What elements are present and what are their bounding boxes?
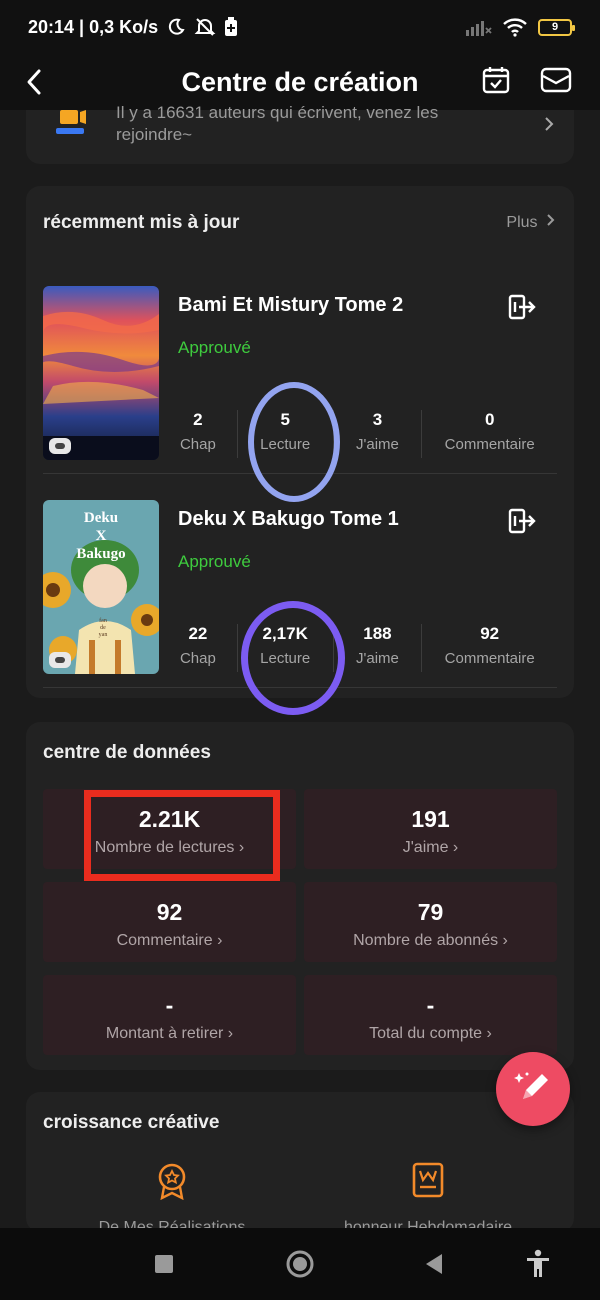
authors-banner[interactable]: Il y a 16631 auteurs qui écrivent, venez… (26, 103, 574, 164)
chevron-left-icon (27, 69, 41, 95)
system-nav-bar (0, 1228, 600, 1300)
book-cover-sunset[interactable] (43, 286, 159, 460)
cover-sub-line: fan (99, 617, 107, 624)
mail-button[interactable] (540, 64, 572, 96)
stat-likes: 188 J'aime (356, 624, 399, 667)
pencil-sparkle-icon (514, 1072, 548, 1099)
recent-section-title: récemment mis à jour (43, 212, 240, 233)
battery-saver-icon (225, 17, 238, 36)
book-status: Approuvé (178, 338, 251, 357)
stat-chapters: 2 Chap (179, 410, 216, 453)
tile-withdrawable[interactable]: - Montant à retirer › (43, 975, 296, 1055)
chevron-right-icon (544, 112, 554, 138)
cover-title-line: Deku (84, 510, 118, 526)
stat-chapters: 22 Chap (179, 624, 216, 667)
back-button[interactable] (22, 62, 46, 102)
data-section-title: centre de données (43, 742, 211, 763)
status-bar: 20:14 | 0,3 Ko/s 9 (0, 0, 600, 54)
book-row[interactable]: Deku X Bakugo fan de yan Deku X Bakugo T… (43, 500, 557, 688)
book-title: Bami Et Mistury Tome 2 (178, 294, 404, 316)
tile-likes[interactable]: 191 J'aime › (304, 789, 557, 869)
recently-updated-card: récemment mis à jour Plus Bami Et Mistur… (26, 186, 574, 698)
calendar-button[interactable] (480, 64, 512, 96)
chat-badge-icon (49, 652, 71, 668)
book-cover-deku[interactable]: Deku X Bakugo fan de yan (43, 500, 159, 674)
tile-account-total[interactable]: - Total du compte › (304, 975, 557, 1055)
book-row[interactable]: Bami Et Mistury Tome 2 Approuvé 2 Chap 5L… (43, 286, 557, 474)
honor-certificate-icon (412, 1162, 444, 1198)
growth-section-title: croissance créative (43, 1112, 220, 1133)
book-status: Approuvé (178, 552, 251, 571)
cover-sub-line: de (100, 625, 106, 631)
export-button[interactable] (507, 506, 537, 536)
circle-icon (286, 1250, 314, 1278)
sunset-cover-image (43, 286, 159, 460)
status-time-speed: 20:14 | 0,3 Ko/s (28, 16, 159, 37)
stat-reads: 2,17K Lecture (260, 624, 311, 667)
creative-growth-card: croissance créative De Mes Réalisations … (26, 1092, 574, 1232)
deku-cover-image: Deku X Bakugo fan de yan (43, 500, 159, 674)
export-icon (508, 508, 536, 534)
calendar-check-icon (482, 67, 510, 94)
battery-indicator: 9 (538, 18, 575, 36)
cover-title-line: Bakugo (76, 546, 125, 562)
award-badge-icon (158, 1163, 186, 1201)
create-fab-button[interactable] (496, 1052, 570, 1126)
wifi-icon (503, 18, 527, 37)
more-link[interactable]: Plus (506, 213, 556, 232)
growth-achievements[interactable]: De Mes Réalisations (72, 1162, 272, 1232)
more-label: Plus (506, 214, 538, 231)
data-grid: 2.21K Nombre de lectures › 191 J'aime › 92… (43, 789, 557, 1055)
banner-text: Il y a 16631 auteurs qui écrivent, venez… (116, 103, 439, 144)
stat-comments: 92 Commentaire (444, 624, 535, 667)
book-title: Deku X Bakugo Tome 1 (178, 508, 399, 530)
book-stats: 2 Chap 5 Lecture 3 J'aime 0 Commentaire (159, 410, 557, 458)
book-stats: 22 Chap 2,17K Lecture 188 J'aime 92 Commenta… (159, 624, 557, 672)
accessibility-button[interactable] (522, 1248, 554, 1280)
recents-button[interactable] (148, 1248, 180, 1280)
stat-reads: 5 Lecture (260, 410, 311, 453)
stat-likes: 3 J'aime (356, 410, 399, 453)
tile-followers[interactable]: 79 Nombre de abonnés › (304, 882, 557, 962)
moon-icon (168, 18, 185, 35)
chevron-right-icon (547, 214, 555, 226)
tile-comments[interactable]: 92 Commentaire › (43, 882, 296, 962)
muted-bell-icon (194, 18, 216, 36)
chat-badge-icon (49, 438, 71, 454)
envelope-icon (540, 67, 572, 93)
cover-sub-line: yan (99, 632, 108, 638)
megaphone-icon (56, 110, 86, 134)
tile-reads[interactable]: 2.21K Nombre de lectures › (43, 789, 296, 869)
stat-comments: 0 Commentaire (444, 410, 535, 453)
data-center-card: centre de données 2.21K Nombre de lecture… (26, 722, 574, 1070)
triangle-left-icon (426, 1254, 442, 1274)
home-button[interactable] (284, 1248, 316, 1280)
signal-icon (466, 21, 492, 36)
accessibility-icon (527, 1249, 549, 1277)
back-nav-button[interactable] (418, 1248, 450, 1280)
export-icon (508, 294, 536, 320)
growth-weekly-honor[interactable]: honneur Hebdomadaire (328, 1162, 528, 1232)
export-button[interactable] (507, 292, 537, 322)
cover-title-line: X (96, 528, 107, 544)
square-icon (155, 1255, 173, 1273)
